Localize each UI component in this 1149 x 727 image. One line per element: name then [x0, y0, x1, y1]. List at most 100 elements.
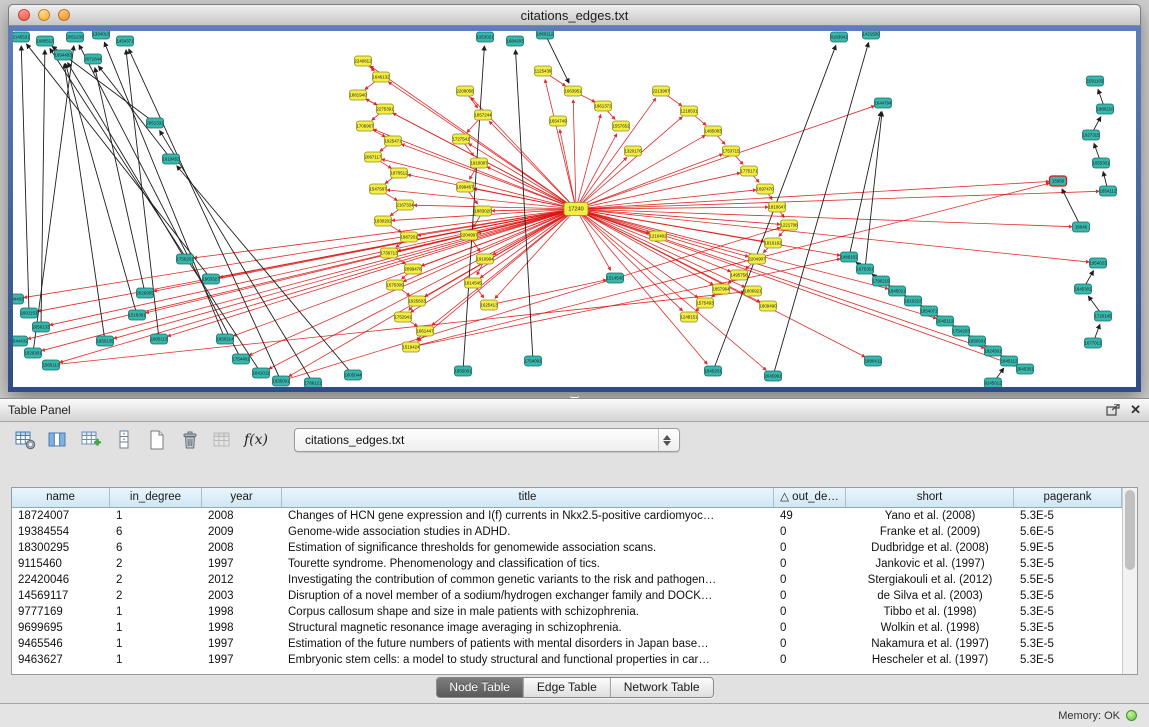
table-row[interactable]: 969969511998Structural magnetic resonanc… — [12, 620, 1122, 636]
graph-node[interactable]: 1924501 — [984, 346, 1002, 356]
table-cell[interactable]: 2009 — [202, 524, 282, 540]
table-cell[interactable]: Changes of HCN gene expression and I(f) … — [282, 508, 774, 524]
graph-node[interactable]: 2051332 — [146, 118, 164, 128]
table-cell[interactable]: Disruption of a novel member of a sodium… — [282, 588, 774, 604]
graph-node[interactable]: 1925471 — [384, 136, 402, 146]
table-cell[interactable]: 0 — [774, 524, 846, 540]
table-cell[interactable]: 2008 — [202, 508, 282, 524]
table-cell[interactable]: 9699695 — [12, 620, 110, 636]
graph-node[interactable]: 1786121 — [304, 378, 322, 387]
table-row[interactable]: 2242004622012Investigating the contribut… — [12, 572, 1122, 588]
graph-node[interactable]: 1845021 — [888, 286, 906, 296]
graph-node[interactable]: 2204997 — [460, 230, 478, 240]
new-row-icon[interactable] — [111, 427, 137, 453]
graph-node[interactable]: 1547587 — [369, 184, 387, 194]
table-cell[interactable]: 1997 — [202, 652, 282, 668]
graph-node[interactable]: 1646132 — [372, 72, 390, 82]
graph-node[interactable]: 1910223 — [904, 296, 922, 306]
table-cell[interactable]: 18724007 — [12, 508, 110, 524]
graph-node[interactable]: 1655301 — [1092, 158, 1110, 168]
table-cell[interactable]: 22420046 — [12, 572, 110, 588]
table-cell[interactable]: 1997 — [202, 556, 282, 572]
graph-node[interactable]: 2204907 — [748, 254, 766, 264]
graph-node[interactable]: 2026955 — [136, 288, 154, 298]
graph-node[interactable]: 1806921 — [744, 286, 762, 296]
table-cell[interactable]: 9115460 — [12, 556, 110, 572]
table-cell[interactable]: Franke et al. (2009) — [846, 524, 1014, 540]
graph-node[interactable]: 2240812 — [354, 56, 372, 66]
graph-node[interactable]: 1829301 — [24, 348, 42, 358]
graph-node[interactable]: 1421500 — [862, 31, 880, 39]
table-row[interactable]: 1938455462009Genome-wide association stu… — [12, 524, 1122, 540]
graph-node[interactable]: 2167334 — [396, 200, 414, 210]
table-cell[interactable]: 0 — [774, 540, 846, 556]
import-table-icon[interactable] — [210, 427, 236, 453]
table-cell[interactable]: 9777169 — [12, 604, 110, 620]
table-settings-icon[interactable] — [12, 427, 38, 453]
graph-node[interactable]: 1675309 — [386, 280, 404, 290]
graph-node[interactable]: 1384013 — [92, 31, 110, 39]
function-builder-icon[interactable]: f(x) — [243, 427, 269, 453]
table-cell[interactable]: 5.9E-5 — [1014, 540, 1122, 556]
table-cell[interactable]: 0 — [774, 556, 846, 572]
table-cell[interactable]: 1998 — [202, 604, 282, 620]
table-cell[interactable]: Wolkin et al. (1998) — [846, 620, 1014, 636]
graph-node[interactable]: 1954023 — [1089, 258, 1107, 268]
graph-node[interactable]: 1905113 — [43, 360, 60, 370]
table-cell[interactable]: 0 — [774, 652, 846, 668]
table-cell[interactable]: 0 — [774, 636, 846, 652]
graph-node[interactable]: 1754203 — [952, 326, 970, 336]
table-cell[interactable]: 49 — [774, 508, 846, 524]
graph-node[interactable]: 1790215 — [872, 276, 890, 286]
graph-node[interactable]: 1903327 — [202, 274, 220, 284]
table-cell[interactable]: 2 — [110, 556, 202, 572]
table-scrollbar-thumb[interactable] — [1125, 490, 1135, 570]
graph-node[interactable]: 1830202 — [374, 216, 392, 226]
graph-node[interactable]: 1809490 — [759, 301, 777, 311]
graph-node[interactable]: 1605044 — [344, 370, 362, 380]
table-cell[interactable]: 5.3E-5 — [1014, 652, 1122, 668]
graph-node[interactable]: 2213987 — [652, 86, 670, 96]
graph-node[interactable]: 1216402 — [649, 231, 667, 241]
graph-node[interactable]: 1910087 — [470, 158, 488, 168]
float-panel-icon[interactable] — [1106, 404, 1120, 416]
close-panel-icon[interactable]: ✕ — [1130, 404, 1141, 416]
table-cell[interactable]: 5.3E-5 — [1014, 604, 1122, 620]
graph-node[interactable]: 1610453 — [162, 154, 180, 164]
table-cell[interactable]: Corpus callosum shape and size in male p… — [282, 604, 774, 620]
graph-node[interactable]: 1654749 — [549, 116, 567, 126]
graph-node[interactable]: 1591103 — [1087, 76, 1104, 86]
network-canvas[interactable]: 1724022408121646132188194022753911706967… — [13, 31, 1136, 387]
graph-node[interactable]: 1816162 — [764, 238, 782, 248]
graph-node[interactable]: 8183041 — [830, 32, 848, 42]
graph-node[interactable]: 1901153 — [21, 308, 38, 318]
graph-node[interactable]: 2045112 — [937, 316, 954, 326]
table-cell[interactable]: 2 — [110, 588, 202, 604]
table-cell[interactable]: 0 — [774, 604, 846, 620]
column-visibility-icon[interactable] — [45, 427, 71, 453]
table-cell[interactable]: 19384554 — [12, 524, 110, 540]
table-cell[interactable]: Dudbridge et al. (2008) — [846, 540, 1014, 556]
graph-node[interactable]: 2051239 — [66, 32, 84, 42]
table-cell[interactable]: 5.5E-5 — [1014, 572, 1122, 588]
graph-node[interactable]: 1754091 — [524, 356, 542, 366]
table-cell[interactable]: Yano et al. (2008) — [846, 508, 1014, 524]
column-header-out_de[interactable]: △ out_de… — [774, 488, 846, 508]
graph-node[interactable]: 1125439 — [535, 66, 552, 76]
table-cell[interactable]: 1 — [110, 620, 202, 636]
column-header-title[interactable]: title — [282, 488, 774, 508]
table-row[interactable]: 946554611997Estimation of the future num… — [12, 636, 1122, 652]
graph-node[interactable]: 1850931 — [968, 336, 986, 346]
table-cell[interactable]: Estimation of the future numbers of pati… — [282, 636, 774, 652]
graph-node[interactable]: 1544432 — [13, 336, 28, 346]
graph-node[interactable]: 1980513 — [36, 36, 54, 46]
graph-node[interactable]: 2045991 — [764, 371, 782, 381]
table-cell[interactable]: 6 — [110, 524, 202, 540]
graph-node[interactable]: 1736713 — [380, 248, 398, 258]
graph-node[interactable]: 1519424 — [402, 342, 420, 352]
table-cell[interactable]: Hescheler et al. (1997) — [846, 652, 1014, 668]
graph-node[interactable]: 1854112 — [1100, 186, 1117, 196]
table-row[interactable]: 1872400712008Changes of HCN gene express… — [12, 508, 1122, 524]
graph-node[interactable]: 1575493 — [696, 298, 714, 308]
tab-edge-table[interactable]: Edge Table — [524, 678, 611, 697]
